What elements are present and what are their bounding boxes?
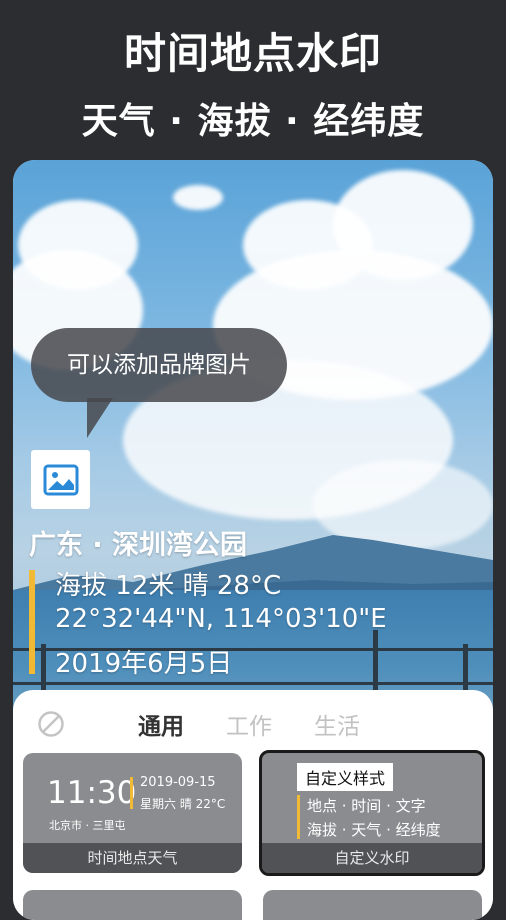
page-subtitle: 天气 · 海拔 · 经纬度 <box>81 101 425 142</box>
tab-work[interactable]: 工作 <box>226 707 272 741</box>
cloud <box>173 185 223 210</box>
template-custom-line2: 海拔 · 天气 · 经纬度 <box>307 821 441 839</box>
template-custom-line1: 地点 · 时间 · 文字 <box>307 797 426 815</box>
brand-logo-slot[interactable] <box>31 450 90 509</box>
no-icon[interactable] <box>37 710 65 738</box>
watermark-date: 2019年6月5日 <box>55 649 233 679</box>
bubble-tail <box>87 398 113 438</box>
watermark-location: 广东 · 深圳湾公园 <box>29 530 248 561</box>
railing <box>13 682 493 685</box>
watermark-altitude-weather: 海拔 12米 晴 28°C <box>55 571 282 601</box>
template-time-location-weather[interactable]: 11:30 2019-09-15 星期六 晴 22°C 北京市 · 三里屯 时间… <box>23 753 242 873</box>
template-caption: 时间地点天气 <box>23 843 242 873</box>
sky-photo: 可以添加品牌图片 广东 · 深圳湾公园 海拔 12米 晴 28°C 22°32'… <box>13 160 493 720</box>
tab-general[interactable]: 通用 <box>138 707 184 741</box>
template-weekday-weather: 星期六 晴 22°C <box>140 797 226 811</box>
template-accent-bar <box>297 795 300 839</box>
template-caption: 自定义水印 <box>262 843 482 873</box>
template-tile-partial[interactable] <box>23 890 242 920</box>
template-tile-partial[interactable] <box>263 890 482 920</box>
tab-life[interactable]: 生活 <box>314 707 360 741</box>
preview-card: 可以添加品牌图片 广东 · 深圳湾公园 海拔 12米 晴 28°C 22°32'… <box>13 160 493 920</box>
brand-tip-bubble: 可以添加品牌图片 <box>31 328 287 402</box>
template-date: 2019-09-15 <box>140 775 216 790</box>
watermark-accent-bar <box>29 570 35 674</box>
image-icon <box>43 464 78 495</box>
page-title: 时间地点水印 <box>123 29 382 78</box>
template-accent-bar <box>130 777 133 809</box>
template-custom-watermark[interactable]: 自定义样式 地点 · 时间 · 文字 海拔 · 天气 · 经纬度 自定义水印 <box>259 750 485 876</box>
template-place: 北京市 · 三里屯 <box>49 819 126 832</box>
template-panel: 通用 工作 生活 11:30 2019-09-15 星期六 晴 22°C 北京市… <box>13 690 493 920</box>
template-time: 11:30 <box>47 775 137 811</box>
template-custom-title: 自定义样式 <box>297 763 394 791</box>
watermark-coordinates: 22°32'44"N, 114°03'10"E <box>55 604 387 634</box>
